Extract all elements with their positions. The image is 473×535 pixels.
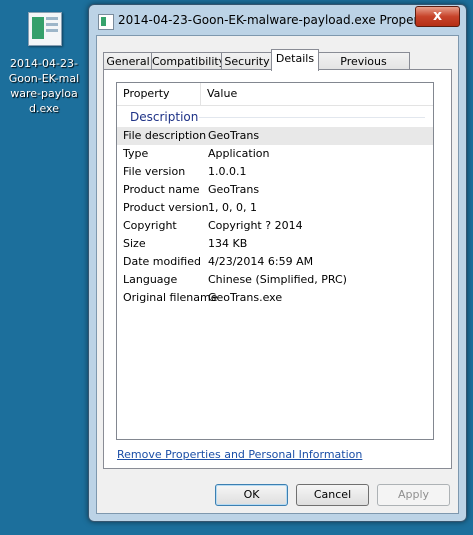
tab-details[interactable]: Details: [271, 49, 319, 71]
app-icon: [98, 14, 114, 30]
property-name: Product name: [123, 183, 200, 196]
property-name: Original filename: [123, 291, 218, 304]
detail-row[interactable]: Type Application: [117, 145, 433, 163]
detail-row[interactable]: Size 134 KB: [117, 235, 433, 253]
tab-security[interactable]: Security: [221, 52, 273, 70]
detail-row[interactable]: Language Chinese (Simplified, PRC): [117, 271, 433, 289]
property-value: GeoTrans.exe: [208, 291, 283, 304]
property-name: File version: [123, 165, 186, 178]
detail-row[interactable]: Original filename GeoTrans.exe: [117, 289, 433, 307]
properties-window: 2014-04-23-Goon-EK-malware-payload.exe P…: [88, 4, 467, 522]
property-value: 134 KB: [208, 237, 248, 250]
dialog-client: General Compatibility Security Details P…: [96, 35, 459, 514]
property-name: Language: [123, 273, 178, 286]
document-icon: [25, 10, 63, 46]
detail-row[interactable]: Product name GeoTrans: [117, 181, 433, 199]
tab-previous-versions[interactable]: Previous Versions: [317, 52, 410, 85]
column-value[interactable]: Value: [201, 83, 433, 105]
apply-button: Apply: [377, 484, 450, 506]
property-value: 1, 0, 0, 1: [208, 201, 257, 214]
column-property[interactable]: Property: [117, 83, 201, 105]
property-name: Size: [123, 237, 146, 250]
detail-row[interactable]: Copyright Copyright ? 2014: [117, 217, 433, 235]
desktop-file-label: 2014-04-23-Goon-EK-malware-payload.exe: [8, 57, 80, 115]
section-divider: [199, 117, 425, 118]
property-value: 4/23/2014 6:59 AM: [208, 255, 314, 268]
detail-row[interactable]: File version 1.0.0.1: [117, 163, 433, 181]
list-header: Property Value: [117, 83, 433, 106]
cancel-button[interactable]: Cancel: [296, 484, 369, 506]
property-value: Application: [208, 147, 270, 160]
title-bar[interactable]: 2014-04-23-Goon-EK-malware-payload.exe P…: [89, 5, 466, 35]
desktop-file-icon[interactable]: 2014-04-23-Goon-EK-malware-payload.exe: [4, 10, 84, 116]
detail-row[interactable]: Product version 1, 0, 0, 1: [117, 199, 433, 217]
window-title: 2014-04-23-Goon-EK-malware-payload.exe P…: [118, 13, 441, 27]
detail-row[interactable]: File description GeoTrans: [117, 127, 433, 145]
property-value: Copyright ? 2014: [208, 219, 303, 232]
property-name: Product version: [123, 201, 209, 214]
tab-compatibility[interactable]: Compatibility: [151, 52, 225, 70]
section-label: Description: [130, 110, 199, 124]
property-value: GeoTrans: [208, 129, 260, 142]
remove-properties-link[interactable]: Remove Properties and Personal Informati…: [117, 448, 362, 461]
property-name: Copyright: [123, 219, 177, 232]
ok-button[interactable]: OK: [215, 484, 288, 506]
section-description: Description: [117, 106, 433, 126]
tab-general[interactable]: General: [103, 52, 153, 70]
details-list[interactable]: Property Value Description File descript…: [116, 82, 434, 440]
property-name: File description: [123, 129, 207, 142]
property-name: Date modified: [123, 255, 201, 268]
close-button[interactable]: x: [415, 6, 460, 27]
details-panel: Property Value Description File descript…: [103, 69, 452, 469]
property-value: Chinese (Simplified, PRC): [208, 273, 347, 286]
detail-row[interactable]: Date modified 4/23/2014 6:59 AM: [117, 253, 433, 271]
property-value: GeoTrans: [208, 183, 260, 196]
property-value: 1.0.0.1: [208, 165, 247, 178]
property-name: Type: [123, 147, 149, 160]
